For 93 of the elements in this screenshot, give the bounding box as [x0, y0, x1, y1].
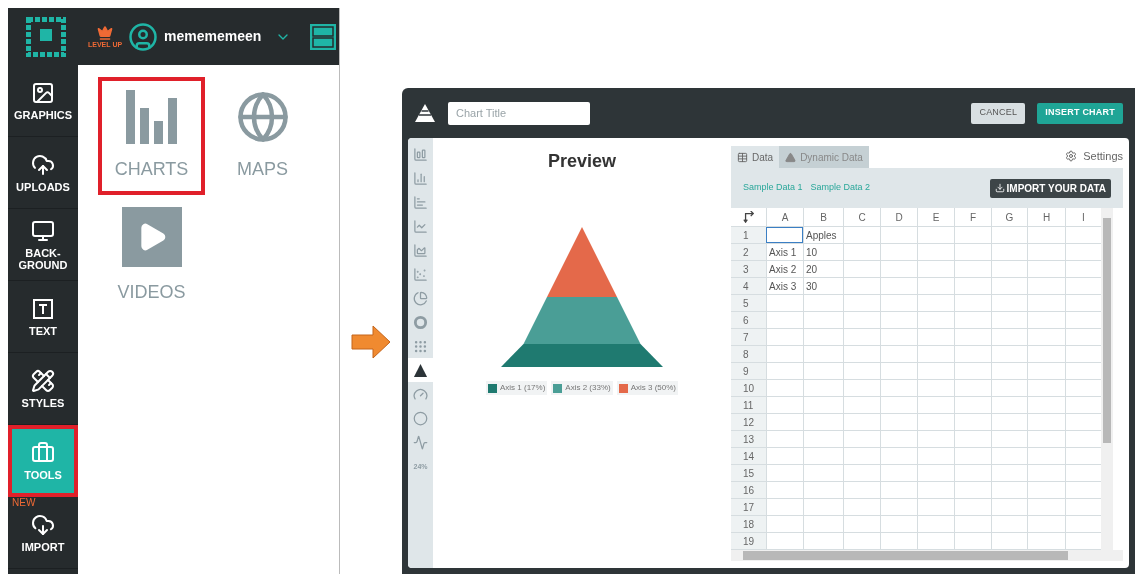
- pyramid-icon: [414, 103, 436, 123]
- table-icon: [737, 151, 748, 163]
- row-header[interactable]: 6: [731, 312, 766, 328]
- preview-title: Preview: [547, 150, 616, 173]
- row-header[interactable]: 18: [731, 516, 766, 532]
- pencil-ruler-icon: [31, 368, 55, 393]
- horizontal-scrollbar[interactable]: [731, 550, 1123, 561]
- sidebar-item[interactable]: TEXT: [8, 281, 78, 353]
- column-header[interactable]: G: [991, 208, 1027, 226]
- row-header[interactable]: 4: [731, 278, 766, 294]
- bar-chart-icon: [125, 89, 178, 144]
- new-label: NEW: [12, 498, 36, 508]
- tool-tile[interactable]: CHARTS: [98, 77, 205, 195]
- scatter-chart-icon: [413, 266, 428, 282]
- line-chart-icon: [413, 218, 428, 234]
- column-header[interactable]: A: [766, 208, 803, 226]
- avatar-icon[interactable]: [128, 21, 159, 52]
- drawer-cabinet-icon[interactable]: [309, 22, 337, 51]
- dot-grid-icon: [413, 338, 428, 354]
- legend-item: Axis 1 (17%): [485, 381, 548, 395]
- chart-title-field[interactable]: Chart Title: [448, 101, 590, 125]
- donut-chart-icon: [413, 314, 428, 330]
- row-header[interactable]: 17: [731, 499, 766, 515]
- column-header[interactable]: E: [917, 208, 954, 226]
- column-header[interactable]: F: [954, 208, 991, 226]
- table-cell[interactable]: Axis 3: [766, 278, 803, 294]
- column-header[interactable]: C: [843, 208, 880, 226]
- ring-icon: [413, 410, 428, 426]
- world-map-icon: [235, 89, 290, 144]
- row-header[interactable]: 15: [731, 465, 766, 481]
- pyramid-icon: [413, 362, 428, 378]
- row-header[interactable]: 10: [731, 380, 766, 396]
- legend-item: Axis 3 (50%): [616, 381, 679, 395]
- column-header[interactable]: B: [803, 208, 843, 226]
- row-header[interactable]: 3: [731, 261, 766, 277]
- username[interactable]: memememeen: [164, 26, 262, 47]
- table-cell[interactable]: Apples: [803, 227, 843, 243]
- sparkline-icon: [413, 434, 428, 450]
- row-header[interactable]: 9: [731, 363, 766, 379]
- row-header[interactable]: 5: [731, 295, 766, 311]
- table-cell[interactable]: Axis 2: [766, 261, 803, 277]
- gauge-icon: [413, 386, 428, 402]
- monitor-icon: [31, 218, 55, 243]
- row-header[interactable]: 7: [731, 329, 766, 345]
- row-header[interactable]: 1: [731, 227, 766, 243]
- histogram-icon: [413, 170, 428, 186]
- cancel-button[interactable]: CANCEL: [971, 102, 1026, 124]
- column-header[interactable]: D: [880, 208, 917, 226]
- settings-icon: [1065, 149, 1078, 162]
- cloud-download-icon: [31, 512, 55, 537]
- area-chart-icon: [413, 242, 428, 258]
- row-header[interactable]: 11: [731, 397, 766, 413]
- scrollbar-thumb[interactable]: [743, 551, 1068, 560]
- table-cell[interactable]: 30: [803, 278, 843, 294]
- sidebar-item[interactable]: UPLOADS: [8, 137, 78, 209]
- picture-icon: [31, 80, 55, 105]
- sidebar-item[interactable]: BACK-GROUND: [8, 209, 78, 281]
- tool-tile[interactable]: MAPS: [209, 77, 316, 195]
- arrow-right-icon: [351, 325, 391, 359]
- row-header[interactable]: 14: [731, 448, 766, 464]
- table-cell[interactable]: [766, 227, 803, 243]
- corner-arrow-icon[interactable]: [742, 211, 755, 223]
- row-header[interactable]: 19: [731, 533, 766, 549]
- toolbox-icon: [31, 440, 55, 465]
- row-header[interactable]: 16: [731, 482, 766, 498]
- insert-chart-button[interactable]: INSERT CHART: [1037, 102, 1123, 124]
- column-chart-icon: [413, 146, 428, 162]
- tool-tile[interactable]: VIDEOS: [98, 197, 205, 315]
- table-cell[interactable]: 10: [803, 244, 843, 260]
- table-cell[interactable]: Axis 1: [766, 244, 803, 260]
- play-video-icon: [121, 206, 182, 267]
- vertical-scrollbar[interactable]: [1101, 208, 1113, 550]
- logo-icon: [26, 16, 66, 57]
- row-header[interactable]: 2: [731, 244, 766, 260]
- table-cell[interactable]: 20: [803, 261, 843, 277]
- download-icon: [994, 183, 1005, 193]
- settings-button[interactable]: Settings: [1065, 147, 1123, 164]
- legend-item: Axis 2 (33%): [551, 381, 613, 395]
- sidebar-item[interactable]: GRAPHICS: [8, 65, 78, 137]
- row-header[interactable]: 8: [731, 346, 766, 362]
- pie-chart-icon: [413, 290, 428, 306]
- data-tab[interactable]: Data: [731, 146, 780, 168]
- bar-chart-icon: [413, 194, 428, 210]
- cloud-upload-icon: [31, 152, 55, 177]
- row-header[interactable]: 13: [731, 431, 766, 447]
- sidebar-item[interactable]: NEW IMPORT: [8, 497, 78, 569]
- column-header[interactable]: H: [1027, 208, 1065, 226]
- chart-type-button[interactable]: [408, 358, 433, 382]
- scrollbar-thumb[interactable]: [1103, 218, 1111, 443]
- import-data-button[interactable]: IMPORT YOUR DATA: [989, 178, 1111, 198]
- triangle-icon: [785, 151, 797, 163]
- text-frame-icon: [31, 296, 55, 321]
- row-header[interactable]: 12: [731, 414, 766, 430]
